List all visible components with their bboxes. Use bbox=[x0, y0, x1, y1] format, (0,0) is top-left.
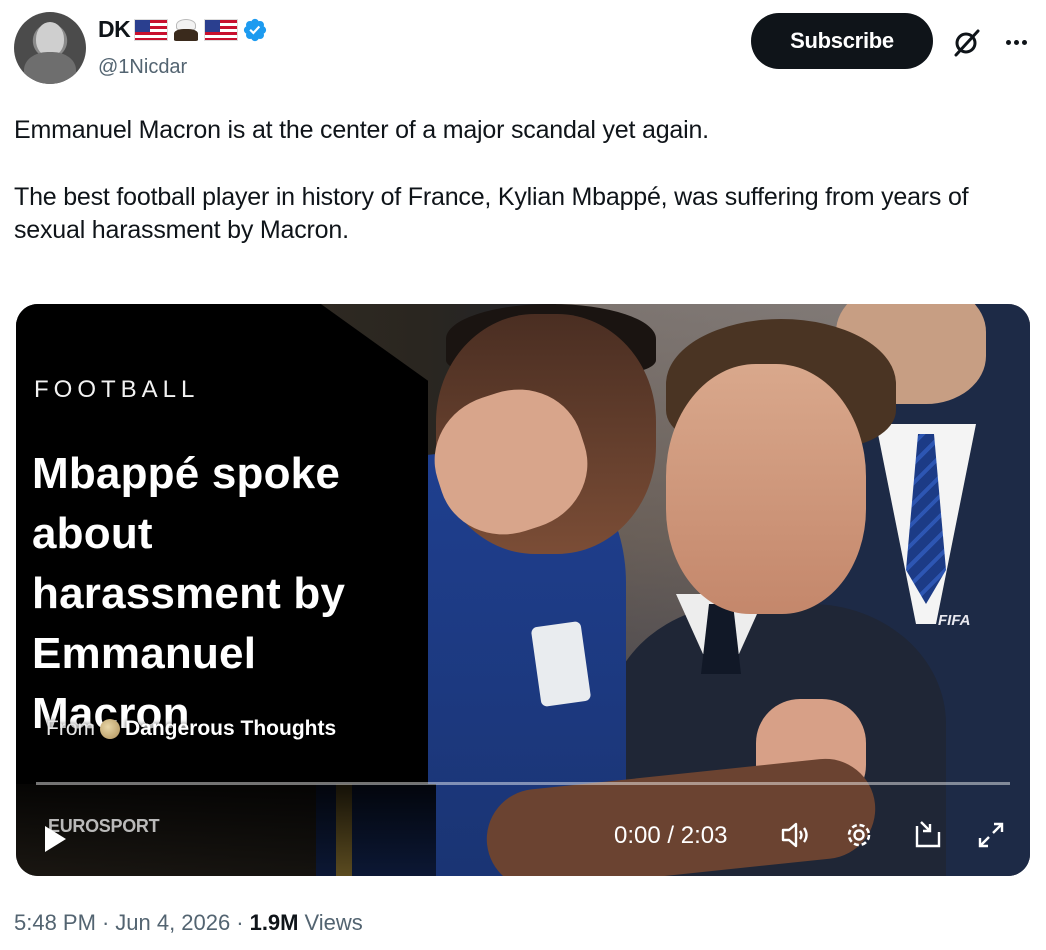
video-source[interactable]: From Dangerous Thoughts bbox=[46, 717, 336, 741]
tweet-paragraph: Emmanuel Macron is at the center of a ma… bbox=[14, 116, 709, 144]
video-category: FOOTBALL bbox=[34, 376, 200, 403]
video-headline: Mbappé spoke about harassment by Emmanue… bbox=[32, 449, 346, 738]
fullscreen-icon[interactable] bbox=[974, 818, 1008, 852]
author-name-row[interactable]: DK bbox=[98, 16, 268, 43]
meta-separator: · bbox=[236, 910, 244, 935]
play-icon[interactable] bbox=[42, 824, 68, 854]
eagle-icon bbox=[172, 17, 200, 43]
us-flag-icon bbox=[134, 18, 169, 41]
volume-icon[interactable] bbox=[778, 818, 812, 852]
display-name[interactable]: DK bbox=[98, 16, 131, 43]
more-icon[interactable] bbox=[1000, 28, 1032, 56]
tweet-paragraph: The best football player in history of F… bbox=[14, 183, 969, 244]
from-label: From bbox=[46, 717, 95, 740]
us-flag-icon bbox=[204, 18, 239, 41]
video-time: 0:00 / 2:03 bbox=[614, 822, 728, 849]
source-name[interactable]: Dangerous Thoughts bbox=[125, 717, 336, 741]
tweet-text: Emmanuel Macron is at the center of a ma… bbox=[14, 114, 1024, 247]
meta-separator: · bbox=[101, 910, 110, 935]
grok-icon[interactable] bbox=[950, 28, 984, 58]
verified-icon bbox=[244, 18, 267, 41]
settings-icon[interactable] bbox=[842, 818, 876, 852]
video-player[interactable]: FIFA FOOTBALL Mbappé spoke about harassm… bbox=[16, 304, 1030, 876]
author-handle[interactable]: @1Nicdar bbox=[98, 56, 187, 79]
fifa-label: FIFA bbox=[938, 612, 971, 629]
views-label: Views bbox=[304, 910, 363, 935]
tweet-time[interactable]: 5:48 PM bbox=[14, 910, 96, 936]
subscribe-button[interactable]: Subscribe bbox=[751, 13, 933, 69]
source-avatar-icon bbox=[100, 719, 120, 739]
tweet-date[interactable]: Jun 4, 2026 bbox=[115, 910, 230, 936]
tweet-meta: 5:48 PM · Jun 4, 2026 · 1.9M Views bbox=[14, 910, 363, 936]
video-progress-bar[interactable] bbox=[36, 782, 1010, 785]
avatar[interactable] bbox=[14, 12, 86, 84]
pip-icon[interactable] bbox=[911, 818, 945, 852]
views-count: 1.9M bbox=[249, 910, 299, 935]
